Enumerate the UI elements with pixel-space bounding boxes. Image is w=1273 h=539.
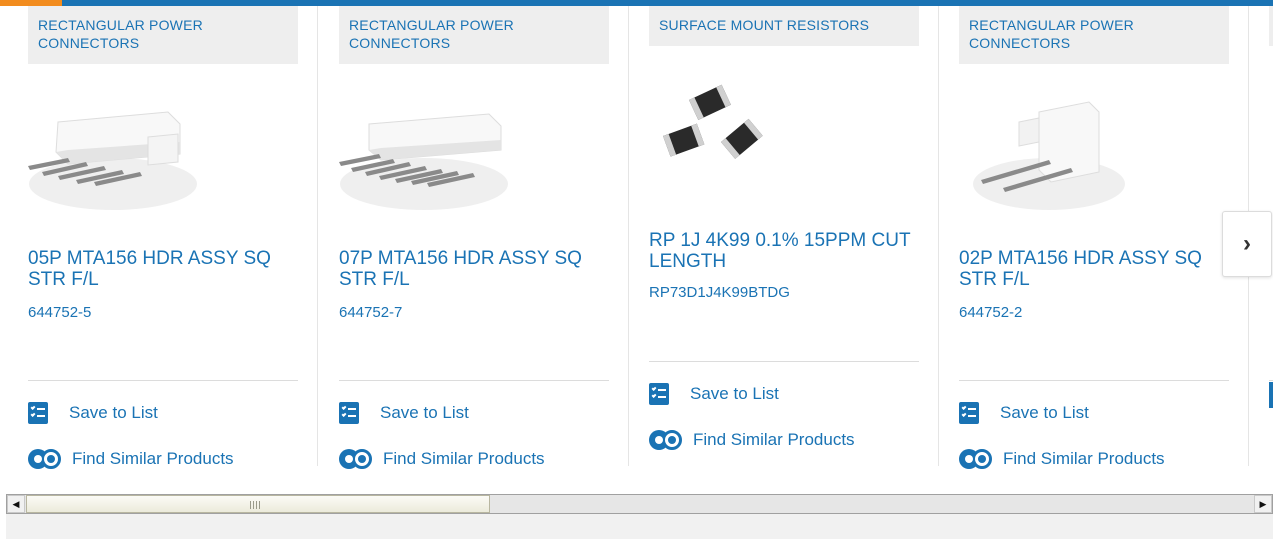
product-title[interactable]: RP 1J 4K99 0.1% 15PPM CUT LENGTH — [649, 230, 924, 272]
divider — [959, 380, 1229, 381]
save-label: Save to List — [69, 403, 158, 422]
divider — [28, 380, 298, 381]
category-label[interactable]: RECTANGULAR POWER CONNECTORS — [959, 6, 1229, 64]
checklist-icon[interactable] — [1269, 382, 1273, 408]
resistor-image[interactable] — [649, 70, 819, 190]
page-footer-area — [6, 514, 1273, 539]
product-card: RECTANGULAR POWER CONNECTORS 05P MTA156 … — [0, 6, 318, 486]
similar-label: Find Similar Products — [383, 449, 545, 468]
connector-image[interactable] — [959, 92, 1129, 212]
connector-image[interactable] — [28, 92, 198, 212]
save-to-list-button[interactable]: Save to List — [959, 402, 1089, 424]
scrollbar-thumb[interactable] — [26, 495, 490, 513]
scroll-right-arrow[interactable]: ▶ — [1254, 495, 1272, 513]
save-label: Save to List — [690, 384, 779, 403]
save-to-list-button[interactable]: Save to List — [339, 402, 469, 424]
gears-icon — [959, 446, 995, 472]
product-title[interactable]: 07P MTA156 HDR ASSY SQ STR F/L — [339, 248, 614, 290]
gears-icon — [339, 446, 375, 472]
part-number[interactable]: 644752-7 — [339, 304, 402, 321]
product-title[interactable]: 02P MTA156 HDR ASSY SQ STR F/L — [959, 248, 1234, 290]
divider — [649, 361, 919, 362]
product-carousel: RECTANGULAR POWER CONNECTORS 05P MTA156 … — [0, 6, 1273, 486]
product-title[interactable]: 05P MTA156 HDR ASSY SQ STR F/L — [28, 248, 303, 290]
save-to-list-button[interactable]: Save to List — [28, 402, 158, 424]
find-similar-button[interactable]: Find Similar Products — [28, 446, 234, 472]
product-card: RECTANGULAR POWER CONNECTORS 07P MTA156 … — [311, 6, 629, 486]
part-number[interactable]: 644752-2 — [959, 304, 1022, 321]
scrollbar-grip — [250, 501, 260, 509]
gears-icon — [649, 427, 685, 453]
divider — [1269, 380, 1273, 381]
connector-image[interactable] — [339, 92, 509, 212]
product-card: SURFACE MOUNT RESISTORS RP 1J 4K99 0.1% … — [621, 6, 939, 486]
save-label: Save to List — [1000, 403, 1089, 422]
find-similar-button[interactable]: Find Similar Products — [649, 427, 855, 453]
find-similar-button[interactable]: Find Similar Products — [339, 446, 545, 472]
category-label[interactable]: SURFACE MOUNT RESISTORS — [649, 6, 919, 46]
carousel-next-button[interactable]: › — [1222, 211, 1272, 277]
find-similar-button[interactable]: Find Similar Products — [959, 446, 1165, 472]
category-label[interactable]: RECTANGULAR POWER CONNECTORS — [339, 6, 609, 64]
divider — [339, 380, 609, 381]
scroll-left-arrow[interactable]: ◀ — [7, 495, 25, 513]
part-number[interactable]: 644752-5 — [28, 304, 91, 321]
checklist-icon — [649, 383, 669, 405]
save-label: Save to List — [380, 403, 469, 422]
checklist-icon — [339, 402, 359, 424]
checklist-icon — [28, 402, 48, 424]
chevron-right-icon: › — [1243, 230, 1251, 257]
gears-icon — [28, 446, 64, 472]
category-label-partial[interactable] — [1269, 6, 1273, 46]
save-to-list-button[interactable]: Save to List — [649, 383, 779, 405]
part-number[interactable]: RP73D1J4K99BTDG — [649, 284, 790, 301]
checklist-icon — [959, 402, 979, 424]
similar-label: Find Similar Products — [693, 430, 855, 449]
similar-label: Find Similar Products — [72, 449, 234, 468]
similar-label: Find Similar Products — [1003, 449, 1165, 468]
product-card: RECTANGULAR POWER CONNECTORS 02P MTA156 … — [931, 6, 1249, 486]
category-label[interactable]: RECTANGULAR POWER CONNECTORS — [28, 6, 298, 64]
horizontal-scrollbar[interactable]: ◀ ▶ — [6, 494, 1273, 514]
